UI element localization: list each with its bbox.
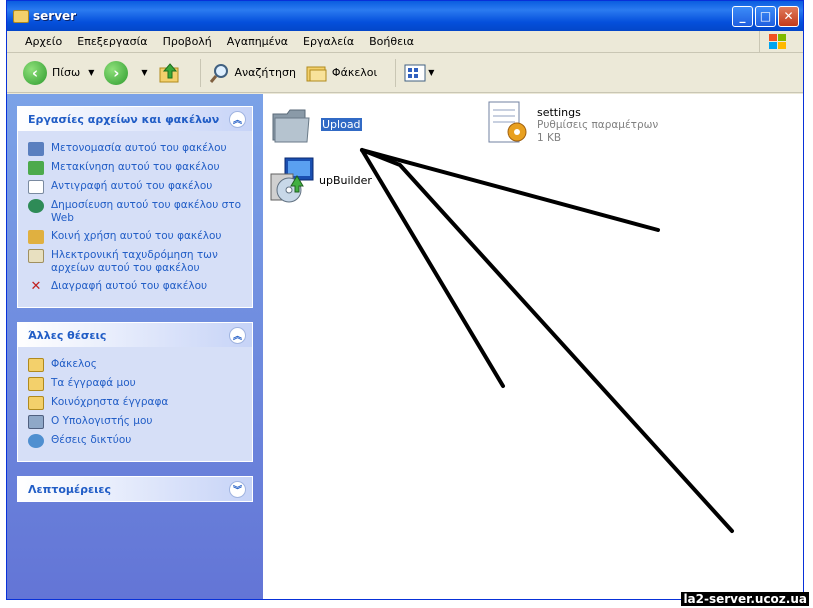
desktop: server _ □ ✕ Αρχείο Επεξεργασία Προβολή … (0, 0, 813, 608)
watermark: la2-server.ucoz.ua (681, 592, 809, 606)
hand-drawn-arrow (360, 148, 734, 533)
